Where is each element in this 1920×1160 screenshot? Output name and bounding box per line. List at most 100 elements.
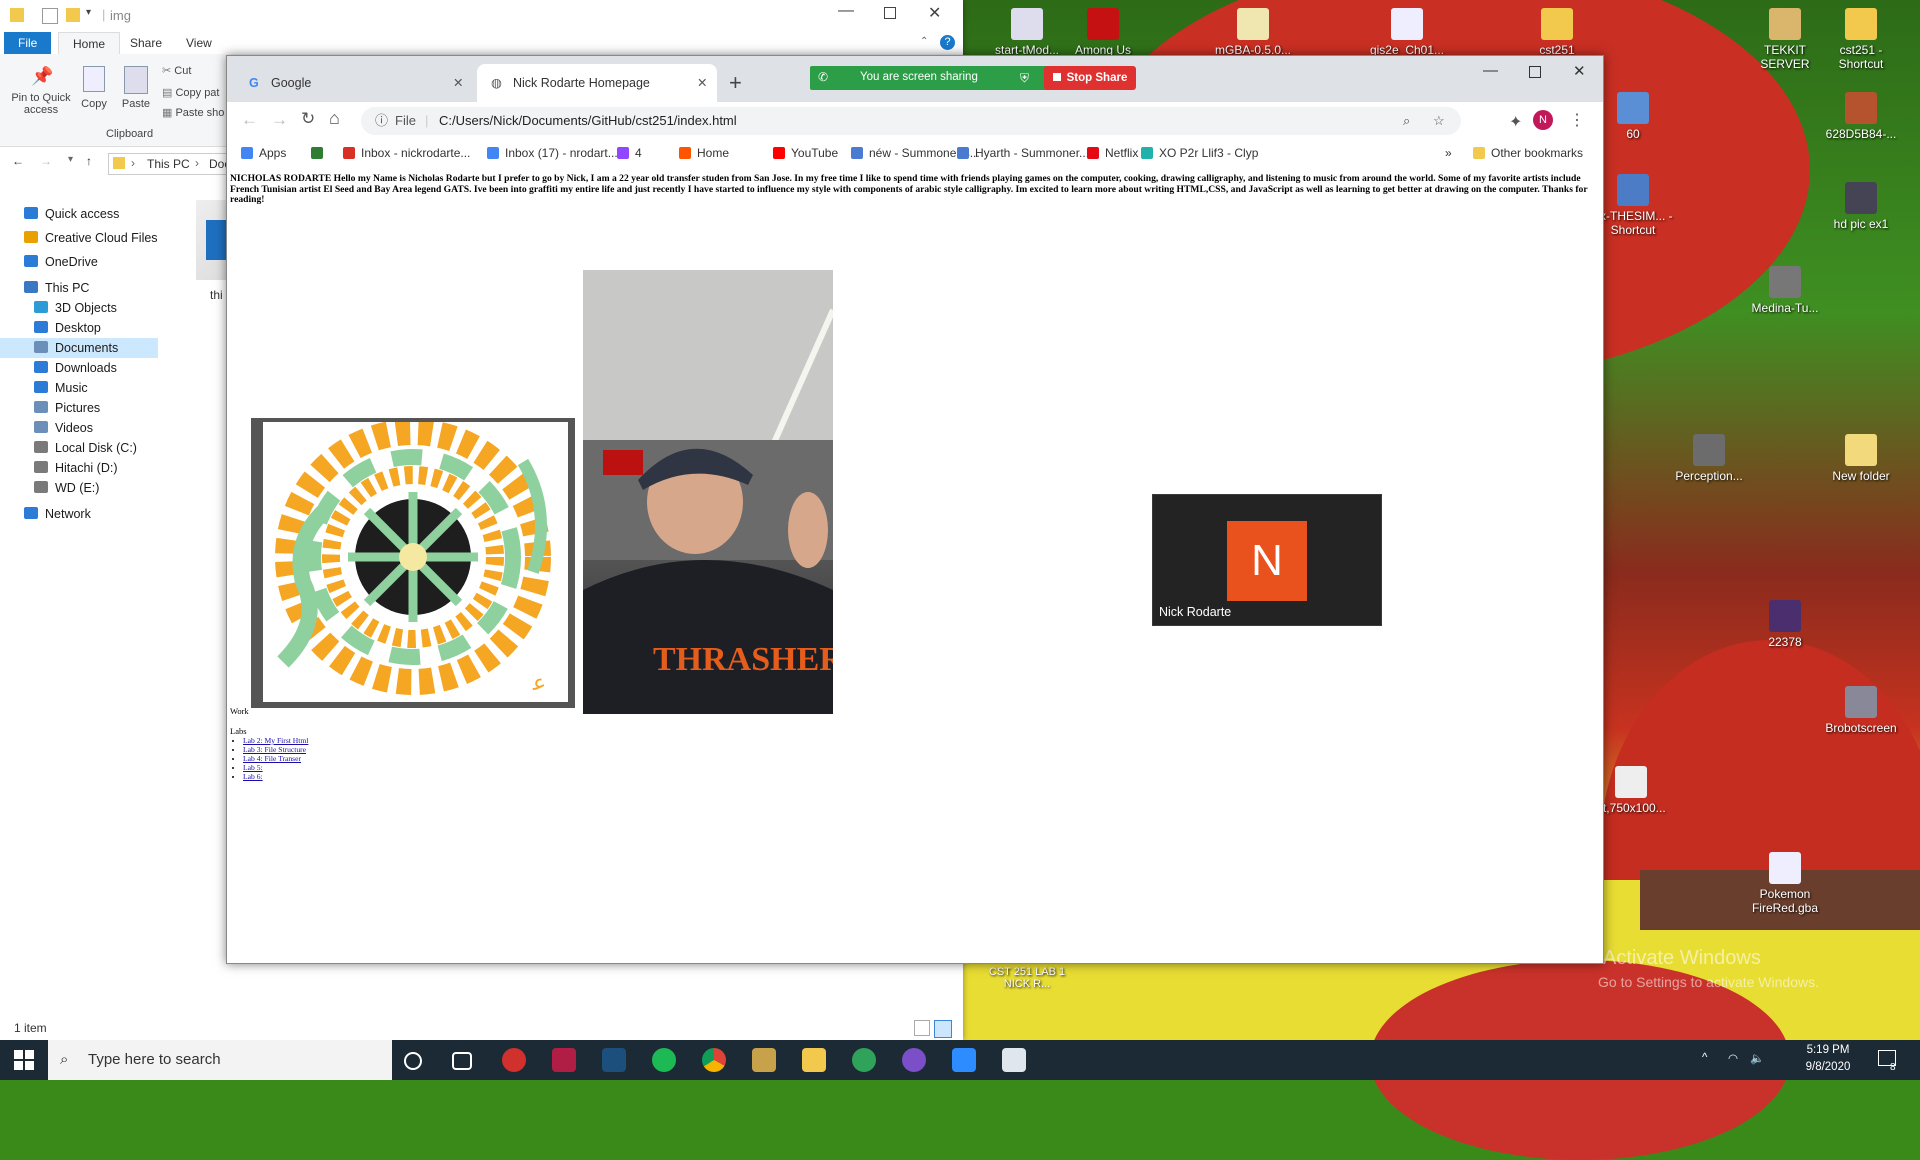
stop-share-button[interactable]: Stop Share: [1044, 66, 1136, 90]
ribbon-collapse-icon[interactable]: ⌃: [920, 36, 928, 47]
address-bar[interactable]: ⓘ File | C:/Users/Nick/Documents/GitHub/…: [361, 107, 1461, 135]
tab-nick-rodarte-homepage[interactable]: ◍ Nick Rodarte Homepage ✕: [477, 64, 717, 102]
nav-item-quick-access[interactable]: Quick access: [24, 204, 119, 224]
paste-button[interactable]: Paste: [118, 66, 154, 110]
desktop-icon-mgba[interactable]: mGBA-0.5.0...: [1208, 8, 1298, 57]
nav-item-wd-e[interactable]: WD (E:): [34, 478, 99, 498]
breadcrumb-this-pc[interactable]: This PC: [147, 157, 190, 171]
wifi-icon[interactable]: ◠: [1728, 1051, 1738, 1065]
nav-item-music[interactable]: Music: [34, 378, 88, 398]
cut-button[interactable]: ✂ Cut: [162, 64, 191, 77]
bookmark-item[interactable]: Netflix: [1087, 144, 1138, 162]
close-tab-icon[interactable]: ✕: [453, 64, 463, 102]
nav-item-hitachi-d[interactable]: Hitachi (D:): [34, 458, 118, 478]
new-tab-icon[interactable]: +: [729, 64, 742, 102]
bookmark-item[interactable]: Home: [679, 144, 729, 162]
bookmark-item[interactable]: Apps: [241, 144, 286, 162]
nav-item-this-pc[interactable]: This PC: [24, 278, 89, 298]
bookmark-item[interactable]: Hyarth - Summoner...: [957, 144, 1089, 162]
app-icon-purple[interactable]: [902, 1048, 926, 1072]
nav-item-local-disk-c[interactable]: Local Disk (C:): [34, 438, 137, 458]
nav-item-onedrive[interactable]: OneDrive: [24, 252, 98, 272]
taskbar-search-box[interactable]: ⌕ Type here to search: [48, 1040, 392, 1080]
file-explorer-icon[interactable]: [802, 1048, 826, 1072]
show-hidden-icons-icon[interactable]: ^: [1702, 1052, 1707, 1064]
file-thumbnail[interactable]: [196, 200, 230, 280]
info-icon[interactable]: ⓘ: [375, 107, 388, 135]
back-icon[interactable]: ←: [12, 154, 24, 168]
maximize-icon[interactable]: [1529, 66, 1541, 78]
nav-item-network[interactable]: Network: [24, 504, 91, 524]
desktop-icon-among-us[interactable]: Among Us: [1058, 8, 1148, 57]
help-icon[interactable]: ?: [940, 35, 955, 50]
nav-item-desktop[interactable]: Desktop: [34, 318, 101, 338]
nav-item-3d-objects[interactable]: 3D Objects: [34, 298, 117, 318]
desktop-icon-628d5b84[interactable]: 628D5B84-...: [1816, 92, 1906, 141]
reload-icon[interactable]: ↻: [301, 109, 315, 129]
recent-locations-icon[interactable]: ▾: [68, 154, 73, 165]
desktop-icon-gis2e[interactable]: gis2e_Ch01...: [1362, 8, 1452, 57]
task-view-icon[interactable]: [452, 1052, 472, 1070]
address-box[interactable]: › This PC › Doc: [108, 153, 230, 175]
desktop-icon-hd-pic[interactable]: hd pic ex1: [1816, 182, 1906, 231]
quick-access-dropdown-icon[interactable]: ▾: [86, 7, 91, 18]
clock-time[interactable]: 5:19 PM: [1794, 1044, 1862, 1056]
more-bookmarks-icon[interactable]: »: [1445, 144, 1452, 162]
forward-icon[interactable]: →: [40, 154, 52, 168]
minimize-icon[interactable]: —: [838, 2, 854, 20]
app-icon-vectr[interactable]: [552, 1048, 576, 1072]
forward-icon[interactable]: →: [271, 110, 288, 130]
new-folder-icon[interactable]: [66, 8, 80, 22]
bookmark-star-icon[interactable]: ☆: [1433, 107, 1445, 135]
bookmark-item[interactable]: YouTube: [773, 144, 838, 162]
app-icon-blue[interactable]: [602, 1048, 626, 1072]
zoom-icon[interactable]: [952, 1048, 976, 1072]
desktop-icon-new-folder[interactable]: New folder: [1816, 434, 1906, 483]
desktop-icon-22378[interactable]: 22378: [1740, 600, 1830, 649]
close-icon[interactable]: ✕: [928, 3, 941, 23]
pin-quick-access-button[interactable]: 📌 Pin to Quick access: [6, 66, 76, 116]
app-icon-red[interactable]: [502, 1048, 526, 1072]
bookmark-item[interactable]: XO P2r Llif3 - Clyp: [1141, 144, 1258, 162]
tab-home[interactable]: Home: [58, 32, 121, 55]
desktop-icon-pokemon[interactable]: Pokemon FireRed.gba: [1740, 852, 1830, 915]
nav-item-pictures[interactable]: Pictures: [34, 398, 100, 418]
details-view-icon[interactable]: [914, 1020, 930, 1036]
large-icons-view-icon[interactable]: [934, 1020, 952, 1038]
app-icon-green[interactable]: [852, 1048, 876, 1072]
home-icon[interactable]: ⌂: [329, 108, 340, 129]
close-tab-icon[interactable]: ✕: [697, 64, 707, 102]
back-icon[interactable]: ←: [241, 110, 258, 130]
desktop-icon-cst251-shortcut[interactable]: cst251 - Shortcut: [1816, 8, 1906, 71]
bookmark-item[interactable]: [311, 144, 329, 162]
tab-file[interactable]: File: [4, 32, 52, 54]
volume-icon[interactable]: 🔈: [1750, 1051, 1764, 1065]
desktop-icon-medina[interactable]: Medina-Tu...: [1740, 266, 1830, 315]
bookmark-item[interactable]: 4: [617, 144, 642, 162]
lab-link[interactable]: Lab 6:: [243, 772, 263, 781]
copy-button[interactable]: Copy: [76, 66, 112, 110]
profile-avatar[interactable]: N: [1533, 110, 1553, 130]
up-icon[interactable]: ↑: [86, 154, 92, 168]
chrome-icon[interactable]: [702, 1048, 726, 1072]
bookmark-item[interactable]: Inbox (17) - nrodart...: [487, 144, 618, 162]
windows-start-icon[interactable]: [14, 1050, 34, 1070]
lab-link[interactable]: Lab 4: File Transer: [243, 754, 301, 763]
minimize-icon[interactable]: —: [1483, 62, 1498, 79]
paste-shortcut-button[interactable]: ▦ Paste sho: [162, 106, 224, 119]
bookmark-item[interactable]: Inbox - nickrodarte...: [343, 144, 470, 162]
clock-date[interactable]: 9/8/2020: [1794, 1061, 1862, 1073]
zoom-video-tile[interactable]: N Nick Rodarte: [1152, 494, 1382, 626]
desktop-icon-cst251-lab[interactable]: CST 251 LAB 1 NICK R...: [982, 966, 1072, 990]
desktop-icon-brobotscreen[interactable]: Brobotscreen: [1816, 686, 1906, 735]
desktop-icon-perception[interactable]: Perception...: [1664, 434, 1754, 483]
properties-icon[interactable]: [42, 8, 58, 24]
nav-item-videos[interactable]: Videos: [34, 418, 93, 438]
tab-google[interactable]: G Google ✕: [235, 64, 473, 102]
maximize-icon[interactable]: [884, 7, 896, 19]
lab-link[interactable]: Lab 3: File Structure: [243, 745, 306, 754]
lab-link[interactable]: Lab 2: My First Html: [243, 736, 308, 745]
extensions-icon[interactable]: ✦: [1509, 112, 1522, 132]
zoom-icon[interactable]: ⌕: [1403, 107, 1410, 135]
desktop-icon-cst251[interactable]: cst251: [1512, 8, 1602, 57]
